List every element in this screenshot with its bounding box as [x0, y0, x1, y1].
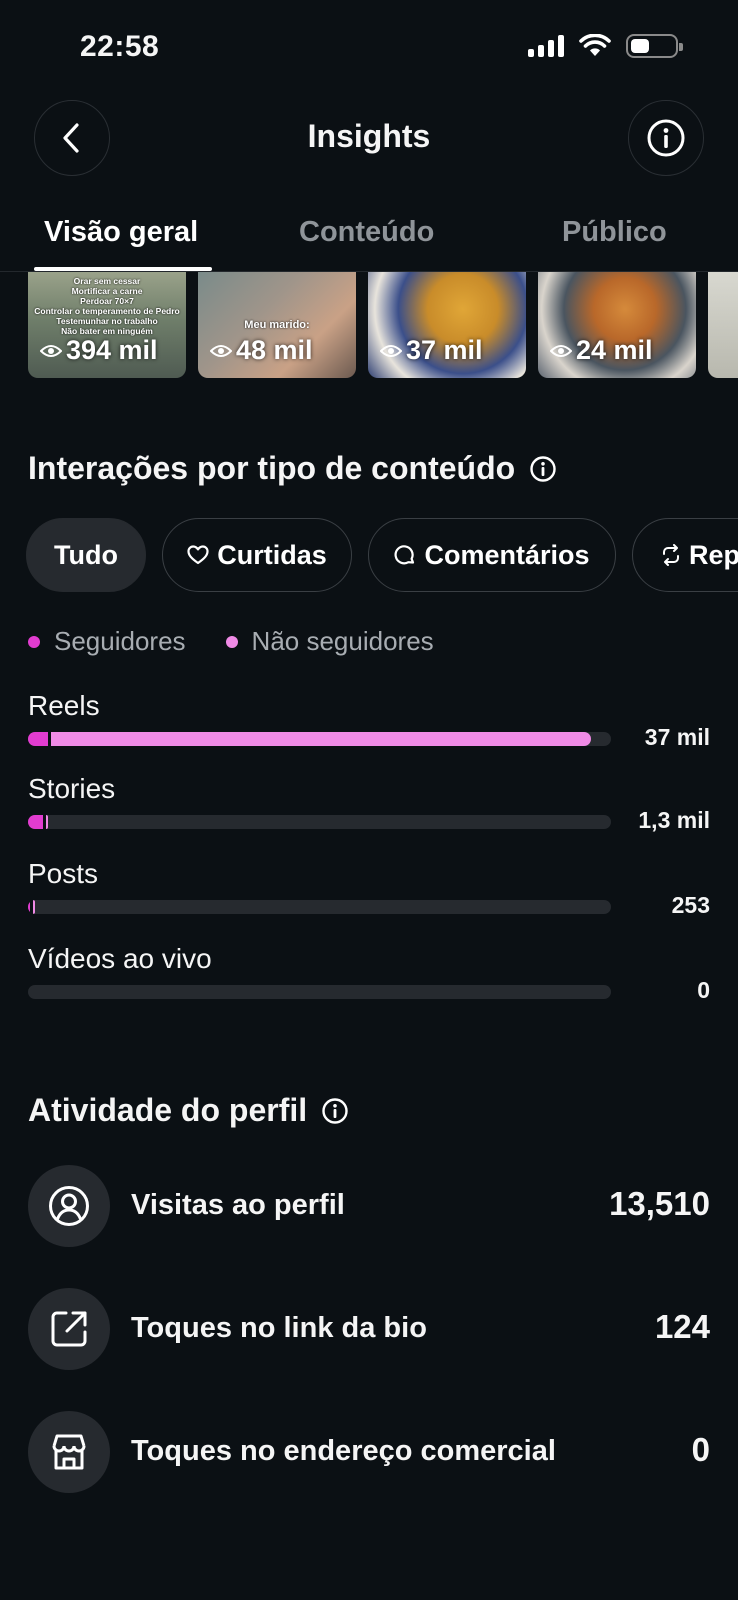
interaction-filter-chips: Tudo Curtidas Comentários Rep: [26, 518, 738, 592]
bar-row-stories: Stories 1,3 mil: [28, 773, 710, 853]
bar-track: [28, 732, 611, 746]
eye-icon: [550, 344, 572, 357]
profile-activity-title: Atividade do perfil: [28, 1092, 308, 1128]
bar-value: 253: [671, 892, 710, 918]
tab-bar: Visão geral Conteúdo Público: [0, 200, 738, 272]
thumbnail-caption: Orar sem cessar Mortificar a carne Perdo…: [34, 276, 180, 336]
profile-circle-icon: [28, 1165, 110, 1247]
bar-row-posts: Posts 253: [28, 858, 710, 938]
tab-content[interactable]: Conteúdo: [299, 216, 434, 249]
info-icon[interactable]: [529, 455, 557, 483]
filter-chip-label: Comentários: [424, 539, 590, 570]
filter-chip-reposts[interactable]: Rep: [632, 518, 738, 592]
profile-activity-section-title: Atividade do perfil: [28, 1092, 349, 1129]
content-thumbnail[interactable]: Orar sem cessar Mortificar a carne Perdo…: [28, 272, 186, 378]
activity-value: 0: [691, 1431, 710, 1468]
legend-item-followers: Seguidores: [28, 626, 186, 657]
thumbnail-views: 48 mil: [210, 335, 313, 366]
status-icons: [528, 34, 683, 58]
interactions-title: Interações por tipo de conteúdo: [28, 450, 516, 486]
eye-icon: [40, 344, 62, 357]
tab-active-indicator: [34, 267, 212, 271]
comment-icon: [394, 545, 415, 565]
activity-row-profile-visits[interactable]: Visitas ao perfil 13,510: [28, 1165, 710, 1247]
bar-label: Posts: [28, 858, 99, 889]
content-thumbnail[interactable]: Meu marido: 48 mil: [198, 272, 356, 378]
filter-chip-label: Tudo: [54, 539, 118, 570]
bar-label: Reels: [28, 690, 100, 721]
thumbnail-views: 37 mil: [380, 335, 483, 366]
activity-label: Toques no endereço comercial: [131, 1435, 556, 1467]
bar-row-live-videos: Vídeos ao vivo 0: [28, 943, 710, 1023]
status-time: 22:58: [80, 30, 160, 63]
filter-chip-likes[interactable]: Curtidas: [162, 518, 352, 592]
info-icon: [647, 119, 685, 157]
activity-value: 124: [654, 1308, 710, 1345]
bar-label: Vídeos ao vivo: [28, 943, 212, 974]
thumbnail-views-value: 37 mil: [406, 335, 483, 365]
thumbnail-views-value: 394 mil: [66, 335, 158, 365]
thumbnail-views: 394 mil: [40, 335, 158, 366]
external-link-icon: [28, 1288, 110, 1370]
battery-icon: [626, 34, 683, 58]
status-bar: 22:58: [0, 0, 738, 100]
legend-item-non-followers: Não seguidores: [225, 626, 434, 657]
heart-icon: [187, 545, 209, 565]
legend-dot: [225, 635, 238, 648]
bar-row-reels: Reels 37 mil: [28, 690, 710, 770]
legend-label: Não seguidores: [251, 626, 434, 656]
activity-row-bio-link-taps[interactable]: Toques no link da bio 124: [28, 1288, 710, 1370]
repost-icon: [663, 544, 679, 566]
bar-segment-followers: [28, 815, 43, 829]
bar-segment-non-followers: [33, 900, 36, 914]
bar-segment-followers: [28, 732, 49, 746]
insights-screen: 22:58 Insights Visão geral Conteúdo Públ…: [0, 0, 738, 1600]
content-thumbnail[interactable]: 24 mil: [538, 272, 696, 378]
thumbnail-views: 24 mil: [550, 335, 653, 366]
top-content-carousel: Orar sem cessar Mortificar a carne Perdo…: [28, 272, 738, 380]
content-thumbnail[interactable]: 37 mil: [368, 272, 526, 378]
storefront-icon: [28, 1411, 110, 1493]
filter-chip-all[interactable]: Tudo: [26, 518, 146, 592]
activity-label: Toques no link da bio: [131, 1312, 427, 1344]
thumbnail-caption: Meu marido:: [244, 319, 310, 331]
legend-label: Seguidores: [54, 626, 186, 656]
eye-icon: [210, 344, 232, 357]
activity-value: 13,510: [609, 1185, 710, 1222]
chart-legend: Seguidores Não seguidores: [28, 626, 474, 657]
activity-row-business-address-taps[interactable]: Toques no endereço comercial 0: [28, 1411, 710, 1493]
header: Insights: [0, 100, 738, 180]
eye-icon: [380, 344, 402, 357]
filter-chip-label: Rep: [689, 539, 738, 570]
bar-value: 0: [697, 977, 710, 1003]
tab-overview[interactable]: Visão geral: [44, 216, 198, 249]
bar-track: [28, 815, 611, 829]
tab-audience[interactable]: Público: [562, 216, 667, 249]
info-icon[interactable]: [321, 1097, 349, 1125]
activity-label: Visitas ao perfil: [131, 1189, 345, 1221]
filter-chip-comments[interactable]: Comentários: [368, 518, 616, 592]
legend-dot: [28, 635, 40, 648]
wifi-icon: [579, 34, 611, 56]
bar-value: 1,3 mil: [638, 807, 710, 833]
bar-value: 37 mil: [644, 724, 710, 750]
filter-chip-label: Curtidas: [217, 539, 327, 570]
bar-track: [28, 985, 611, 999]
content-thumbnail[interactable]: [708, 272, 738, 378]
cellular-signal-icon: [528, 35, 564, 57]
thumbnail-views-value: 48 mil: [236, 335, 313, 365]
bar-label: Stories: [28, 773, 116, 804]
interactions-section-title: Interações por tipo de conteúdo: [28, 450, 557, 487]
thumbnail-views-value: 24 mil: [576, 335, 653, 365]
bar-track: [28, 900, 611, 914]
info-button[interactable]: [628, 100, 704, 176]
bar-segment-non-followers: [45, 815, 49, 829]
bar-segment-non-followers: [51, 732, 591, 746]
